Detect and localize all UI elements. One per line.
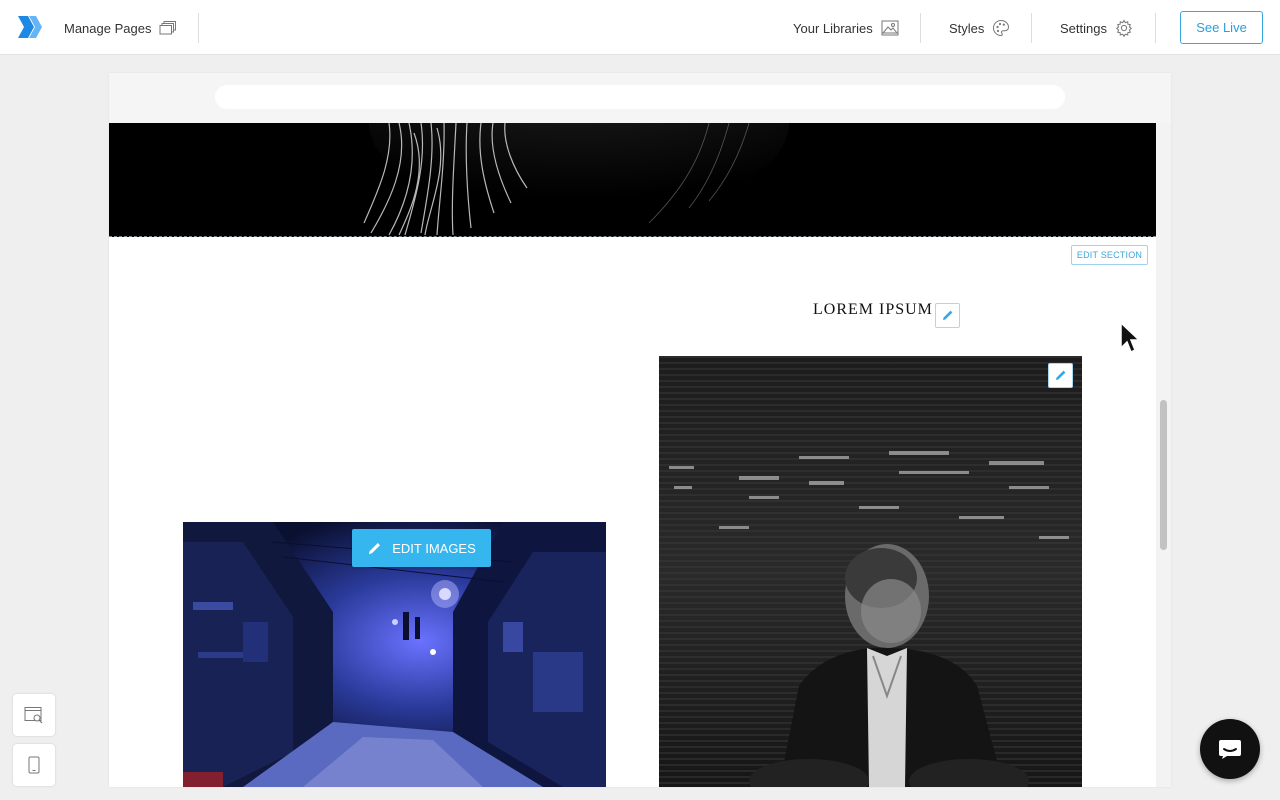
browser-search-icon [24,707,43,724]
gear-icon [1115,19,1133,37]
see-live-button[interactable]: See Live [1180,11,1263,44]
settings-button[interactable]: Settings [1060,17,1133,39]
canvas-scrollbar[interactable] [1156,123,1171,787]
pencil-icon [943,310,953,320]
section-heading[interactable]: LOREM IPSUM [813,301,933,319]
mobile-view-button[interactable] [13,744,55,786]
your-libraries-button[interactable]: Your Libraries [793,17,899,39]
hero-photo-hair [363,123,789,236]
settings-label: Settings [1060,20,1107,36]
divider [1155,13,1156,43]
builder-logo-icon[interactable] [16,13,44,41]
palette-icon [993,19,1010,37]
browser-frame-bar [109,73,1171,123]
divider [198,13,199,43]
styles-label: Styles [949,20,985,36]
mobile-device-icon [28,756,40,774]
page-canvas: EDIT SECTION LOREM IPSUM EDIT IMAGES [109,73,1171,787]
edit-images-button[interactable]: EDIT IMAGES [352,529,491,567]
chat-bubble-icon [1219,740,1241,759]
pencil-icon [369,542,381,554]
pencil-icon [1056,370,1066,380]
scrollbar-thumb[interactable] [1160,400,1167,550]
mouse-cursor-icon [1120,322,1141,354]
edit-portrait-button[interactable] [1048,363,1073,388]
edit-section-button[interactable]: EDIT SECTION [1071,245,1148,265]
pages-stack-icon [159,21,177,35]
preview-search-button[interactable] [13,694,55,736]
divider [920,13,921,43]
manage-pages-label: Manage Pages [64,20,152,36]
edit-heading-button[interactable] [935,303,960,328]
manage-pages-button[interactable]: Manage Pages [64,17,177,39]
top-bar: Manage Pages Your Libraries Styles Setti… [0,0,1280,55]
styles-button[interactable]: Styles [949,17,1010,39]
portrait-photo[interactable] [659,356,1082,787]
divider [1031,13,1032,43]
url-bar [215,85,1065,109]
portrait-photo-art [659,356,1082,787]
your-libraries-label: Your Libraries [793,20,873,36]
chat-button[interactable] [1200,719,1260,779]
edit-images-label: EDIT IMAGES [392,540,476,556]
hero-image [109,123,1156,237]
image-library-icon [881,20,899,36]
